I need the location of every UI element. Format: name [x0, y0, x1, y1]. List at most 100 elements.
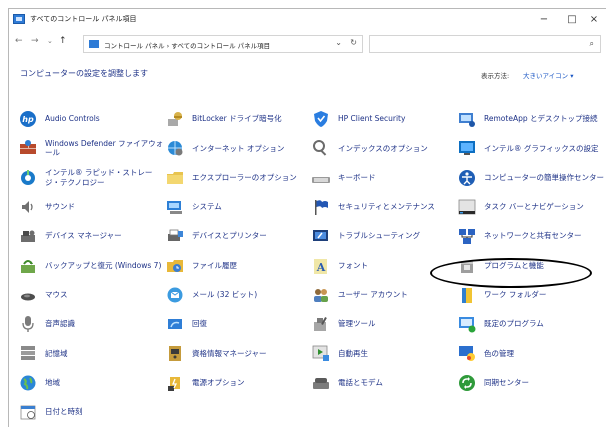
control-panel-item-label: タスク バーとナビゲーション — [484, 202, 584, 212]
control-panel-item-label: マウス — [45, 290, 68, 300]
control-panel-item-label: 色の管理 — [484, 348, 514, 358]
internet-options-icon — [166, 139, 184, 157]
control-panel-item-label: プログラムと機能 — [484, 260, 544, 270]
control-panel-item[interactable]: エクスプローラーのオプション — [166, 165, 314, 191]
address-bar[interactable]: コントロール パネル › すべてのコントロール パネル項目 ⌄ ↻ — [83, 35, 363, 53]
control-panel-item[interactable]: BitLocker ドライブ暗号化 — [166, 106, 314, 132]
refresh-icon[interactable]: ↻ — [350, 38, 357, 47]
control-panel-item[interactable]: キーボード — [312, 165, 460, 191]
clock-icon — [19, 403, 37, 421]
control-panel-item[interactable]: hp Audio Controls — [19, 106, 167, 132]
control-panel-item[interactable]: 管理ツール — [312, 311, 460, 337]
title-bar[interactable]: すべてのコントロール パネル項目 − □ × — [9, 9, 606, 31]
control-panel-item[interactable]: メール (32 ビット) — [166, 282, 314, 308]
navigation-bar: ← → ⌄ ↑ コントロール パネル › すべてのコントロール パネル項目 ⌄ … — [9, 31, 606, 57]
admin-tools-icon — [312, 315, 330, 333]
control-panel-item[interactable]: インターネット オプション — [166, 135, 314, 161]
control-panel-item[interactable]: システム — [166, 194, 314, 220]
control-panel-item[interactable]: インデックスのオプション — [312, 135, 460, 161]
recent-locations-button[interactable]: ⌄ — [47, 37, 53, 45]
control-panel-item[interactable]: RemoteApp とデスクトップ接続 — [458, 106, 606, 132]
control-panel-item-label: 回復 — [192, 319, 207, 329]
troubleshoot-icon — [312, 227, 330, 245]
control-panel-item[interactable]: インテル® グラフィックスの設定 — [458, 135, 606, 161]
control-panel-item-label: フォント — [338, 260, 368, 270]
control-panel-item[interactable]: バックアップと復元 (Windows 7) — [19, 253, 167, 279]
taskbar-icon — [458, 198, 476, 216]
control-panel-item[interactable]: 地域 — [19, 370, 167, 396]
address-dropdown-icon[interactable]: ⌄ — [335, 38, 342, 47]
control-panel-icon — [89, 40, 99, 48]
control-panel-item[interactable]: インテル® ラピッド・ストレージ・テクノロジー — [19, 165, 167, 191]
control-panel-item[interactable]: 自動再生 — [312, 340, 460, 366]
control-panel-item[interactable]: トラブルシューティング — [312, 223, 460, 249]
control-panel-item-label: 管理ツール — [338, 319, 376, 329]
breadcrumb[interactable]: コントロール パネル › すべてのコントロール パネル項目 — [104, 40, 270, 50]
view-by-dropdown[interactable]: 大きいアイコン ▾ — [523, 70, 574, 80]
control-panel-item[interactable]: 日付と時刻 — [19, 399, 167, 425]
control-panel-item[interactable]: ワーク フォルダー — [458, 282, 606, 308]
remoteapp-icon — [458, 110, 476, 128]
page-title: コンピューターの設定を調整します — [20, 69, 148, 78]
system-icon — [166, 198, 184, 216]
forward-button[interactable]: → — [31, 36, 39, 46]
back-button[interactable]: ← — [15, 36, 23, 46]
control-panel-item[interactable]: デバイスとプリンター — [166, 223, 314, 249]
control-panel-item-label: サウンド — [45, 202, 75, 212]
control-panel-item[interactable]: 記憶域 — [19, 340, 167, 366]
view-by-label: 表示方法: — [481, 72, 510, 80]
window-title: すべてのコントロール パネル項目 — [30, 15, 137, 23]
control-panel-item[interactable]: A フォント — [312, 253, 460, 279]
work-folders-icon — [458, 286, 476, 304]
control-panel-item[interactable]: プログラムと機能 — [458, 253, 606, 279]
control-panel-item[interactable]: サウンド — [19, 194, 167, 220]
control-panel-item[interactable]: 資格情報マネージャー — [166, 340, 314, 366]
control-panel-item-label: メール (32 ビット) — [192, 290, 258, 300]
indexing-icon — [312, 139, 330, 157]
intel-graphics-icon — [458, 139, 476, 157]
minimize-button[interactable]: − — [531, 10, 557, 30]
up-button[interactable]: ↑ — [59, 36, 67, 46]
control-panel-item-label: インテル® ラピッド・ストレージ・テクノロジー — [45, 168, 153, 187]
control-panel-item[interactable]: コンピューターの簡単操作センター — [458, 165, 606, 191]
firewall-icon — [19, 139, 37, 157]
control-panel-item-label: バックアップと復元 (Windows 7) — [45, 260, 162, 270]
control-panel-item[interactable]: 電源オプション — [166, 370, 314, 396]
search-input[interactable]: ⌕ — [369, 35, 601, 53]
backup-icon — [19, 257, 37, 275]
control-panel-item[interactable]: デバイス マネージャー — [19, 223, 167, 249]
control-panel-item[interactable]: タスク バーとナビゲーション — [458, 194, 606, 220]
control-panel-item[interactable]: 既定のプログラム — [458, 311, 606, 337]
control-panel-item-label: Windows Defender ファイアウォール — [45, 138, 164, 158]
control-panel-item[interactable]: 回復 — [166, 311, 314, 337]
printer-icon — [166, 227, 184, 245]
control-panel-item[interactable]: 色の管理 — [458, 340, 606, 366]
control-panel-item[interactable]: Windows Defender ファイアウォール — [19, 135, 167, 161]
control-panel-item[interactable]: ユーザー アカウント — [312, 282, 460, 308]
control-panel-item-label: デバイス マネージャー — [45, 231, 122, 241]
control-panel-item[interactable]: 電話とモデム — [312, 370, 460, 396]
control-panel-item[interactable]: ファイル履歴 — [166, 253, 314, 279]
control-panel-item-label: ユーザー アカウント — [338, 290, 408, 300]
control-panel-item-label: システム — [192, 202, 222, 212]
control-panel-item-label: キーボード — [338, 172, 376, 182]
control-panel-item[interactable]: ネットワークと共有センター — [458, 223, 606, 249]
device-manager-icon — [19, 227, 37, 245]
control-panel-item-label: Audio Controls — [45, 114, 100, 124]
control-panel-item[interactable]: 音声認識 — [19, 311, 167, 337]
control-panel-item[interactable]: マウス — [19, 282, 167, 308]
control-panel-item-label: 同期センター — [484, 377, 529, 387]
sync-icon — [458, 374, 476, 392]
control-panel-item[interactable]: 同期センター — [458, 370, 606, 396]
close-button[interactable]: × — [581, 10, 606, 30]
control-panel-item-label: 資格情報マネージャー — [192, 348, 267, 358]
control-panel-item-label: 電話とモデム — [338, 377, 383, 387]
recovery-icon — [166, 315, 184, 333]
control-panel-item-label: 電源オプション — [192, 377, 245, 387]
speaker-icon — [19, 198, 37, 216]
bitlocker-key-icon — [166, 110, 184, 128]
control-panel-item-label: RemoteApp とデスクトップ接続 — [484, 114, 598, 124]
intel-rst-icon — [19, 169, 37, 187]
control-panel-item[interactable]: セキュリティとメンテナンス — [312, 194, 460, 220]
control-panel-item[interactable]: HP Client Security — [312, 106, 460, 132]
